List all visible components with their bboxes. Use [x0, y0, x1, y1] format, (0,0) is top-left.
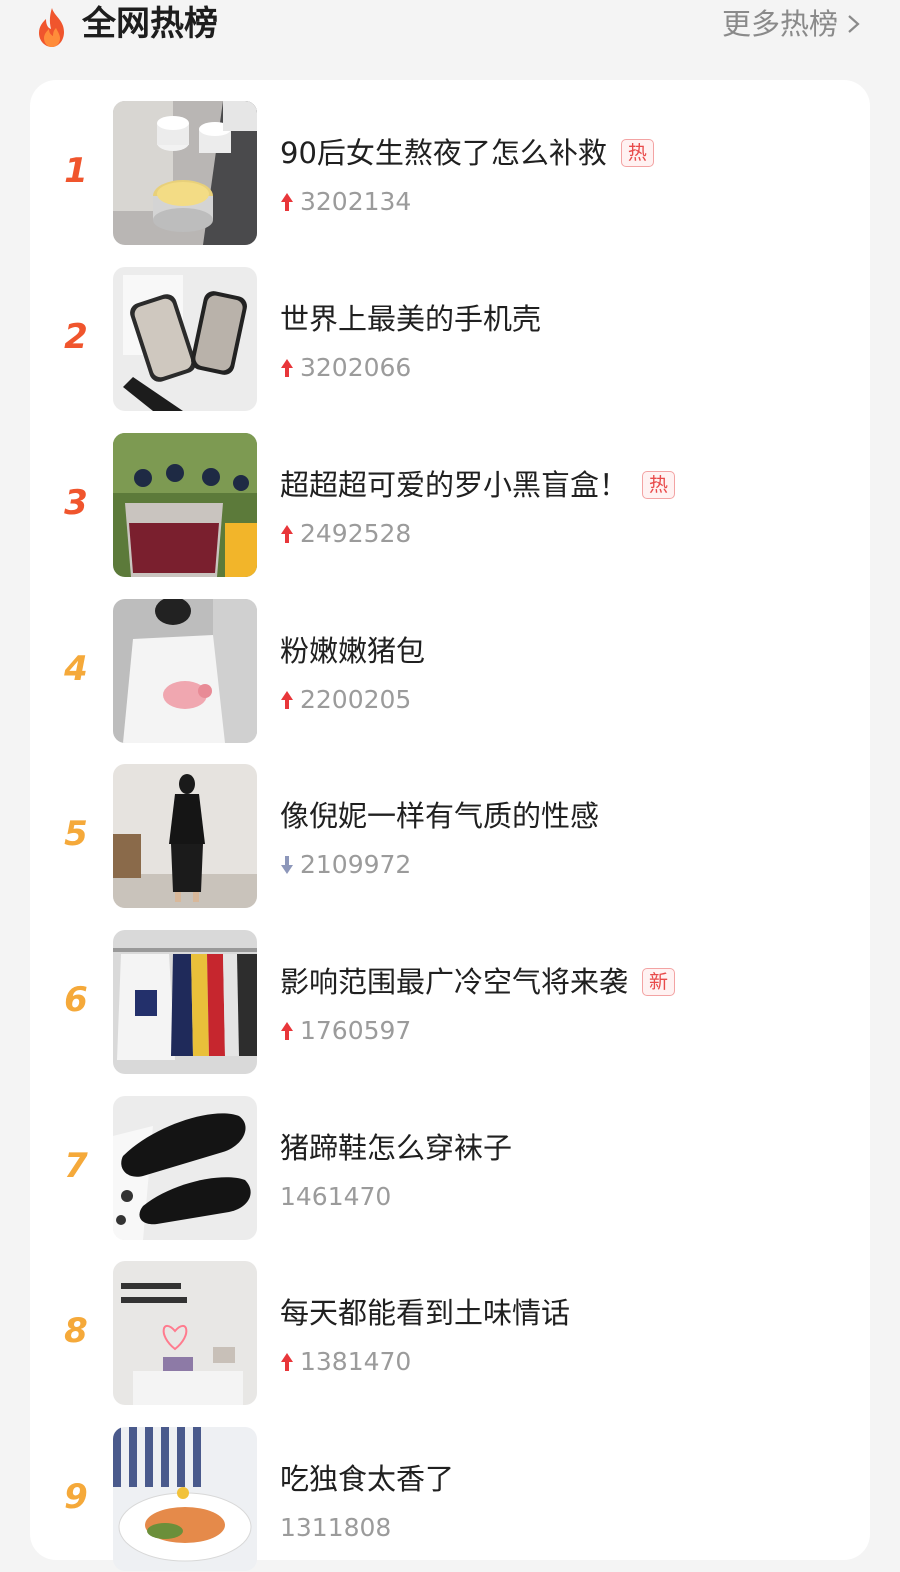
new-tag: 新 — [642, 968, 676, 996]
hot-list-card: 1 90后女生熬夜了怎么补救 热 3 202134 2 世界上最美的手机壳 320… — [30, 80, 870, 1571]
rank-number: 7 — [64, 1146, 88, 1186]
list-item[interactable]: 4 粉嫩嫩猪包 2200205 — [30, 599, 870, 744]
thumbnail-image — [113, 764, 257, 908]
more-hot-lists-link[interactable]: 更多热榜 — [722, 4, 862, 44]
thumbnail-image — [113, 930, 257, 1074]
rank-number: 9 — [64, 1477, 88, 1517]
trend-down-icon — [281, 856, 293, 874]
thumbnail-image — [113, 1427, 257, 1571]
item-title: 超超超可爱的罗小黑盲盒！ — [280, 468, 629, 502]
heat-count: 1461470 — [280, 1182, 392, 1211]
list-item[interactable]: 5 像倪妮一样有气质的性感 2109972 — [30, 764, 870, 909]
item-title-wrap: 世界上最美的手机壳 — [280, 299, 541, 339]
item-title-wrap: 像倪妮一样有气质的性感 — [280, 796, 599, 836]
heat-stat: 1381470 — [280, 1347, 411, 1377]
list-item[interactable]: 2 世界上最美的手机壳 3202066 — [30, 267, 870, 412]
trend-up-icon — [281, 193, 293, 211]
rank-number: 8 — [64, 1311, 88, 1351]
heat-stat: 2200205 — [280, 685, 411, 715]
thumbnail-image — [113, 599, 257, 743]
item-title-wrap: 超超超可爱的罗小黑盲盒！ 热 — [280, 465, 676, 505]
thumbnail-image — [113, 267, 257, 411]
heat-count: 2200205 — [300, 685, 412, 714]
heat-count: 1760597 — [300, 1016, 412, 1045]
heat-count: 2492528 — [300, 519, 412, 548]
trend-up-icon — [281, 525, 293, 543]
hot-list-header: 全网热榜 更多热榜 — [0, 0, 900, 56]
heat-stat: 3202134 — [280, 187, 411, 217]
heat-count: 3202134 — [300, 187, 412, 216]
item-title-wrap: 吃独食太香了 — [280, 1459, 454, 1499]
heat-stat: 2492528 — [280, 519, 411, 549]
thumbnail-image — [113, 101, 257, 245]
item-title: 吃独食太香了 — [280, 1462, 455, 1496]
heat-stat: 1461470 — [280, 1182, 391, 1212]
flame-icon — [39, 8, 64, 47]
heat-stat: 3202066 — [280, 353, 411, 383]
heat-count: 1311808 — [280, 1513, 392, 1542]
chevron-right-icon — [848, 15, 860, 33]
item-title-wrap: 90后女生熬夜了怎么补救 热 — [280, 133, 654, 173]
heat-count: 1381470 — [300, 1347, 412, 1376]
list-item[interactable]: 1 90后女生熬夜了怎么补救 热 3202134 — [30, 101, 870, 246]
rank-number: 2 — [64, 317, 88, 357]
rank-number: 3 — [64, 483, 88, 523]
item-title-wrap: 粉嫩嫩猪包 — [280, 631, 425, 671]
item-title: 世界上最美的手机壳 — [280, 302, 542, 336]
trend-up-icon — [281, 1022, 293, 1040]
heat-count: 2109972 — [300, 850, 412, 879]
rank-number: 6 — [64, 980, 88, 1020]
list-item[interactable]: 8 每天都能看到土味情话 1381470 — [30, 1261, 870, 1406]
page-title: 全网热榜 — [82, 4, 218, 44]
heat-stat: 1311808 — [280, 1513, 391, 1543]
heat-count: 3202066 — [300, 353, 412, 382]
heat-stat: 2109972 — [280, 850, 411, 880]
item-title: 每天都能看到土味情话 — [280, 1296, 571, 1330]
item-title: 90后女生熬夜了怎么补救 — [280, 136, 607, 170]
item-title-wrap: 每天都能看到土味情话 — [280, 1293, 570, 1333]
list-item[interactable]: 7 猪蹄鞋怎么穿袜子 1461470 — [30, 1096, 870, 1241]
item-title-wrap: 猪蹄鞋怎么穿袜子 — [280, 1128, 512, 1168]
rank-number: 4 — [64, 649, 88, 689]
list-item[interactable]: 6 影响范围最广冷空气将来袭 新 1760597 — [30, 930, 870, 1075]
item-title: 像倪妮一样有气质的性感 — [280, 799, 600, 833]
item-title: 粉嫩嫩猪包 — [280, 634, 426, 668]
rank-number: 5 — [64, 814, 88, 854]
item-title: 猪蹄鞋怎么穿袜子 — [280, 1131, 513, 1165]
trend-up-icon — [281, 359, 293, 377]
hot-tag: 热 — [620, 139, 654, 167]
more-hot-lists-label: 更多热榜 — [721, 7, 838, 41]
item-title-wrap: 影响范围最广冷空气将来袭 新 — [280, 962, 676, 1002]
item-title: 影响范围最广冷空气将来袭 — [280, 965, 629, 999]
list-item[interactable]: 3 超超超可爱的罗小黑盲盒！ 热 2492528 — [30, 433, 870, 578]
thumbnail-image — [113, 433, 257, 577]
rank-number: 1 — [64, 151, 88, 191]
list-item[interactable]: 9 吃独食太香了 1311808 — [30, 1427, 870, 1572]
thumbnail-image — [113, 1261, 257, 1405]
heat-stat: 1760597 — [280, 1016, 411, 1046]
trend-up-icon — [281, 1353, 293, 1371]
trend-up-icon — [281, 691, 293, 709]
hot-tag: 热 — [642, 471, 676, 499]
thumbnail-image — [113, 1096, 257, 1240]
